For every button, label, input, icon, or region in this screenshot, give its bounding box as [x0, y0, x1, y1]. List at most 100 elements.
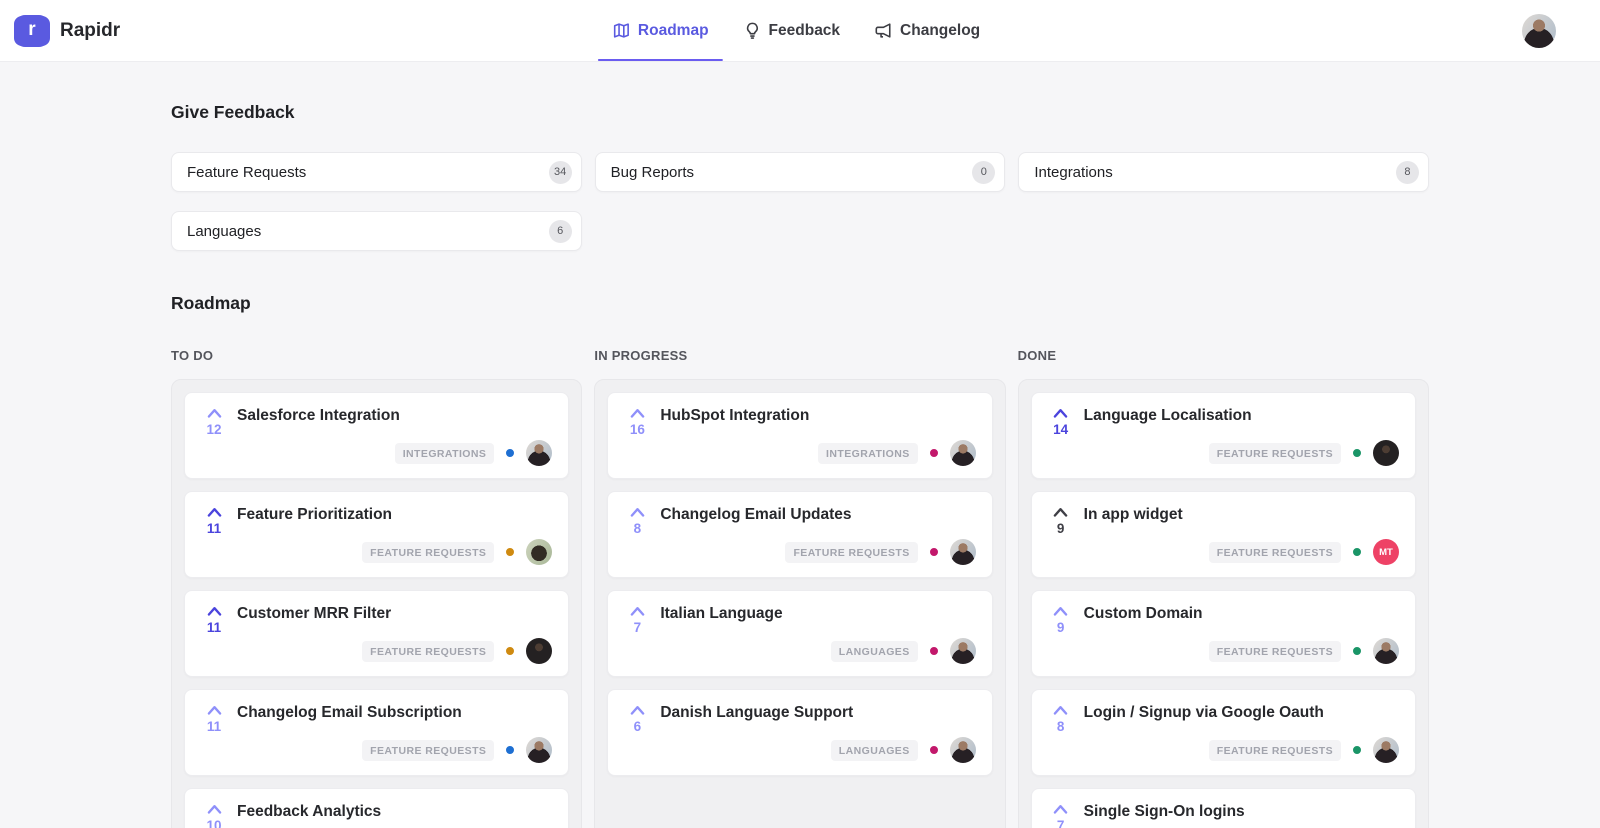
card-title: Single Sign-On logins	[1083, 803, 1245, 820]
status-ring-icon	[1353, 449, 1361, 457]
roadmap-card[interactable]: 12 Salesforce Integration INTEGRATIONS	[184, 392, 570, 479]
author-avatar	[526, 539, 553, 565]
board-tag: FEATURE REQUESTS	[1208, 541, 1341, 563]
roadmap-card[interactable]: 8 Changelog Email Updates FEATURE REQUES…	[607, 491, 993, 578]
board-tag: LANGUAGES	[830, 739, 918, 761]
author-avatar	[949, 638, 976, 664]
upvote-button[interactable]: 7	[624, 604, 650, 635]
upvote-button[interactable]: 16	[624, 406, 650, 437]
profile-avatar[interactable]	[1522, 13, 1556, 48]
board-tag: FEATURE REQUESTS	[362, 541, 495, 563]
board-card-languages[interactable]: Languages 6	[171, 211, 582, 251]
nav-tabs: Roadmap Feedback Changelog	[597, 0, 994, 61]
upvote-button[interactable]: 6	[624, 703, 650, 734]
board-count-badge: 6	[548, 219, 572, 243]
chevron-up-icon	[1053, 409, 1068, 418]
card-title: Language Localisation	[1083, 407, 1252, 424]
roadmap-card[interactable]: 9 Custom Domain FEATURE REQUESTS	[1030, 590, 1416, 677]
board-count-badge: 34	[548, 160, 572, 184]
board-tag: FEATURE REQUESTS	[785, 541, 918, 563]
roadmap-card[interactable]: 7 Italian Language LANGUAGES	[607, 590, 993, 677]
status-ring-icon	[506, 449, 515, 457]
board-card-integrations[interactable]: Integrations 8	[1018, 152, 1429, 192]
status-ring-icon	[1353, 647, 1361, 655]
upvote-button[interactable]: 12	[201, 406, 227, 437]
board-tag: INTEGRATIONS	[394, 442, 495, 464]
column-header-done: DONE	[1017, 348, 1057, 363]
card-title: Italian Language	[660, 605, 783, 622]
chevron-up-icon	[630, 409, 645, 418]
status-ring-icon	[1353, 548, 1361, 556]
upvote-button[interactable]: 8	[624, 505, 650, 536]
board-tag: FEATURE REQUESTS	[362, 640, 495, 662]
vote-count: 11	[206, 719, 222, 734]
author-avatar	[1373, 440, 1399, 466]
card-title: Custom Domain	[1083, 605, 1203, 622]
upvote-button[interactable]: 8	[1048, 703, 1074, 734]
card-title: Changelog Email Subscription	[237, 704, 462, 721]
vote-count: 7	[1056, 818, 1065, 828]
vote-count: 8	[633, 521, 642, 536]
column-header-to-do: TO DO	[171, 348, 214, 363]
roadmap-card[interactable]: 11 Changelog Email Subscription FEATURE …	[184, 689, 570, 776]
kanban-column-to-do: 12 Salesforce Integration INTEGRATIONS 1…	[171, 379, 583, 828]
upvote-button[interactable]: 9	[1048, 505, 1074, 536]
card-title: Salesforce Integration	[237, 407, 400, 424]
board-name: Bug Reports	[610, 163, 695, 181]
status-ring-icon	[506, 746, 515, 754]
status-ring-icon	[929, 647, 938, 655]
nav-tab-feedback[interactable]: Feedback	[729, 0, 855, 61]
card-title: Login / Signup via Google Oauth	[1083, 704, 1324, 721]
logo-letter: r	[28, 19, 36, 40]
nav-tab-roadmap[interactable]: Roadmap	[597, 0, 723, 61]
author-avatar	[1373, 638, 1399, 664]
roadmap-card[interactable]: 7 Single Sign-On logins FEATURE REQUESTS	[1030, 788, 1416, 828]
kanban-column-headers: TO DO IN PROGRESS DONE	[171, 348, 1429, 363]
board-name: Feature Requests	[187, 163, 307, 181]
author-avatar	[526, 440, 553, 466]
card-title: Danish Language Support	[660, 704, 854, 721]
nav-tab-changelog[interactable]: Changelog	[860, 0, 994, 61]
kanban-column-done: 14 Language Localisation FEATURE REQUEST…	[1017, 379, 1429, 828]
column-header-in-progress: IN PROGRESS	[594, 348, 688, 363]
roadmap-card[interactable]: 8 Login / Signup via Google Oauth FEATUR…	[1030, 689, 1416, 776]
vote-count: 10	[206, 818, 222, 828]
roadmap-card[interactable]: 16 HubSpot Integration INTEGRATIONS	[607, 392, 993, 479]
upvote-button[interactable]: 11	[201, 505, 227, 536]
board-count-badge: 0	[972, 160, 996, 184]
board-tag: FEATURE REQUESTS	[1208, 442, 1341, 464]
upvote-button[interactable]: 11	[201, 703, 227, 734]
give-feedback-title: Give Feedback	[171, 102, 295, 122]
kanban-column-in-progress: 16 HubSpot Integration INTEGRATIONS 8 Ch…	[594, 379, 1006, 828]
roadmap-card[interactable]: 14 Language Localisation FEATURE REQUEST…	[1030, 392, 1416, 479]
upvote-button[interactable]: 9	[1048, 604, 1074, 635]
vote-count: 12	[206, 422, 222, 437]
vote-count: 7	[633, 620, 642, 635]
upvote-button[interactable]: 10	[201, 802, 227, 828]
upvote-button[interactable]: 14	[1048, 406, 1074, 437]
roadmap-card[interactable]: 11 Feature Prioritization FEATURE REQUES…	[184, 491, 570, 578]
roadmap-card[interactable]: 11 Customer MRR Filter FEATURE REQUESTS	[184, 590, 570, 677]
roadmap-card[interactable]: 10 Feedback Analytics FEATURE REQUESTS	[184, 788, 570, 828]
main-content: Give Feedback Feature Requests 34 Bug Re…	[171, 62, 1429, 828]
board-card-bug-reports[interactable]: Bug Reports 0	[594, 152, 1006, 192]
status-ring-icon	[506, 647, 515, 655]
vote-count: 6	[633, 719, 642, 734]
author-avatar	[949, 539, 976, 565]
vote-count: 16	[629, 422, 645, 437]
chevron-up-icon	[1053, 805, 1068, 814]
brand: r Rapidr	[16, 14, 120, 47]
upvote-button[interactable]: 11	[201, 604, 227, 635]
status-ring-icon	[929, 548, 938, 556]
status-ring-icon	[506, 548, 515, 556]
roadmap-card[interactable]: 9 In app widget FEATURE REQUESTS MT	[1030, 491, 1416, 578]
board-card-feature-requests[interactable]: Feature Requests 34	[171, 152, 582, 192]
status-ring-icon	[929, 746, 938, 754]
upvote-button[interactable]: 7	[1048, 802, 1074, 828]
board-name: Languages	[187, 222, 262, 240]
card-title: Customer MRR Filter	[237, 605, 392, 622]
board-name: Integrations	[1034, 163, 1113, 181]
author-avatar	[526, 737, 553, 763]
roadmap-card[interactable]: 6 Danish Language Support LANGUAGES	[607, 689, 993, 776]
card-title: Changelog Email Updates	[660, 506, 852, 523]
